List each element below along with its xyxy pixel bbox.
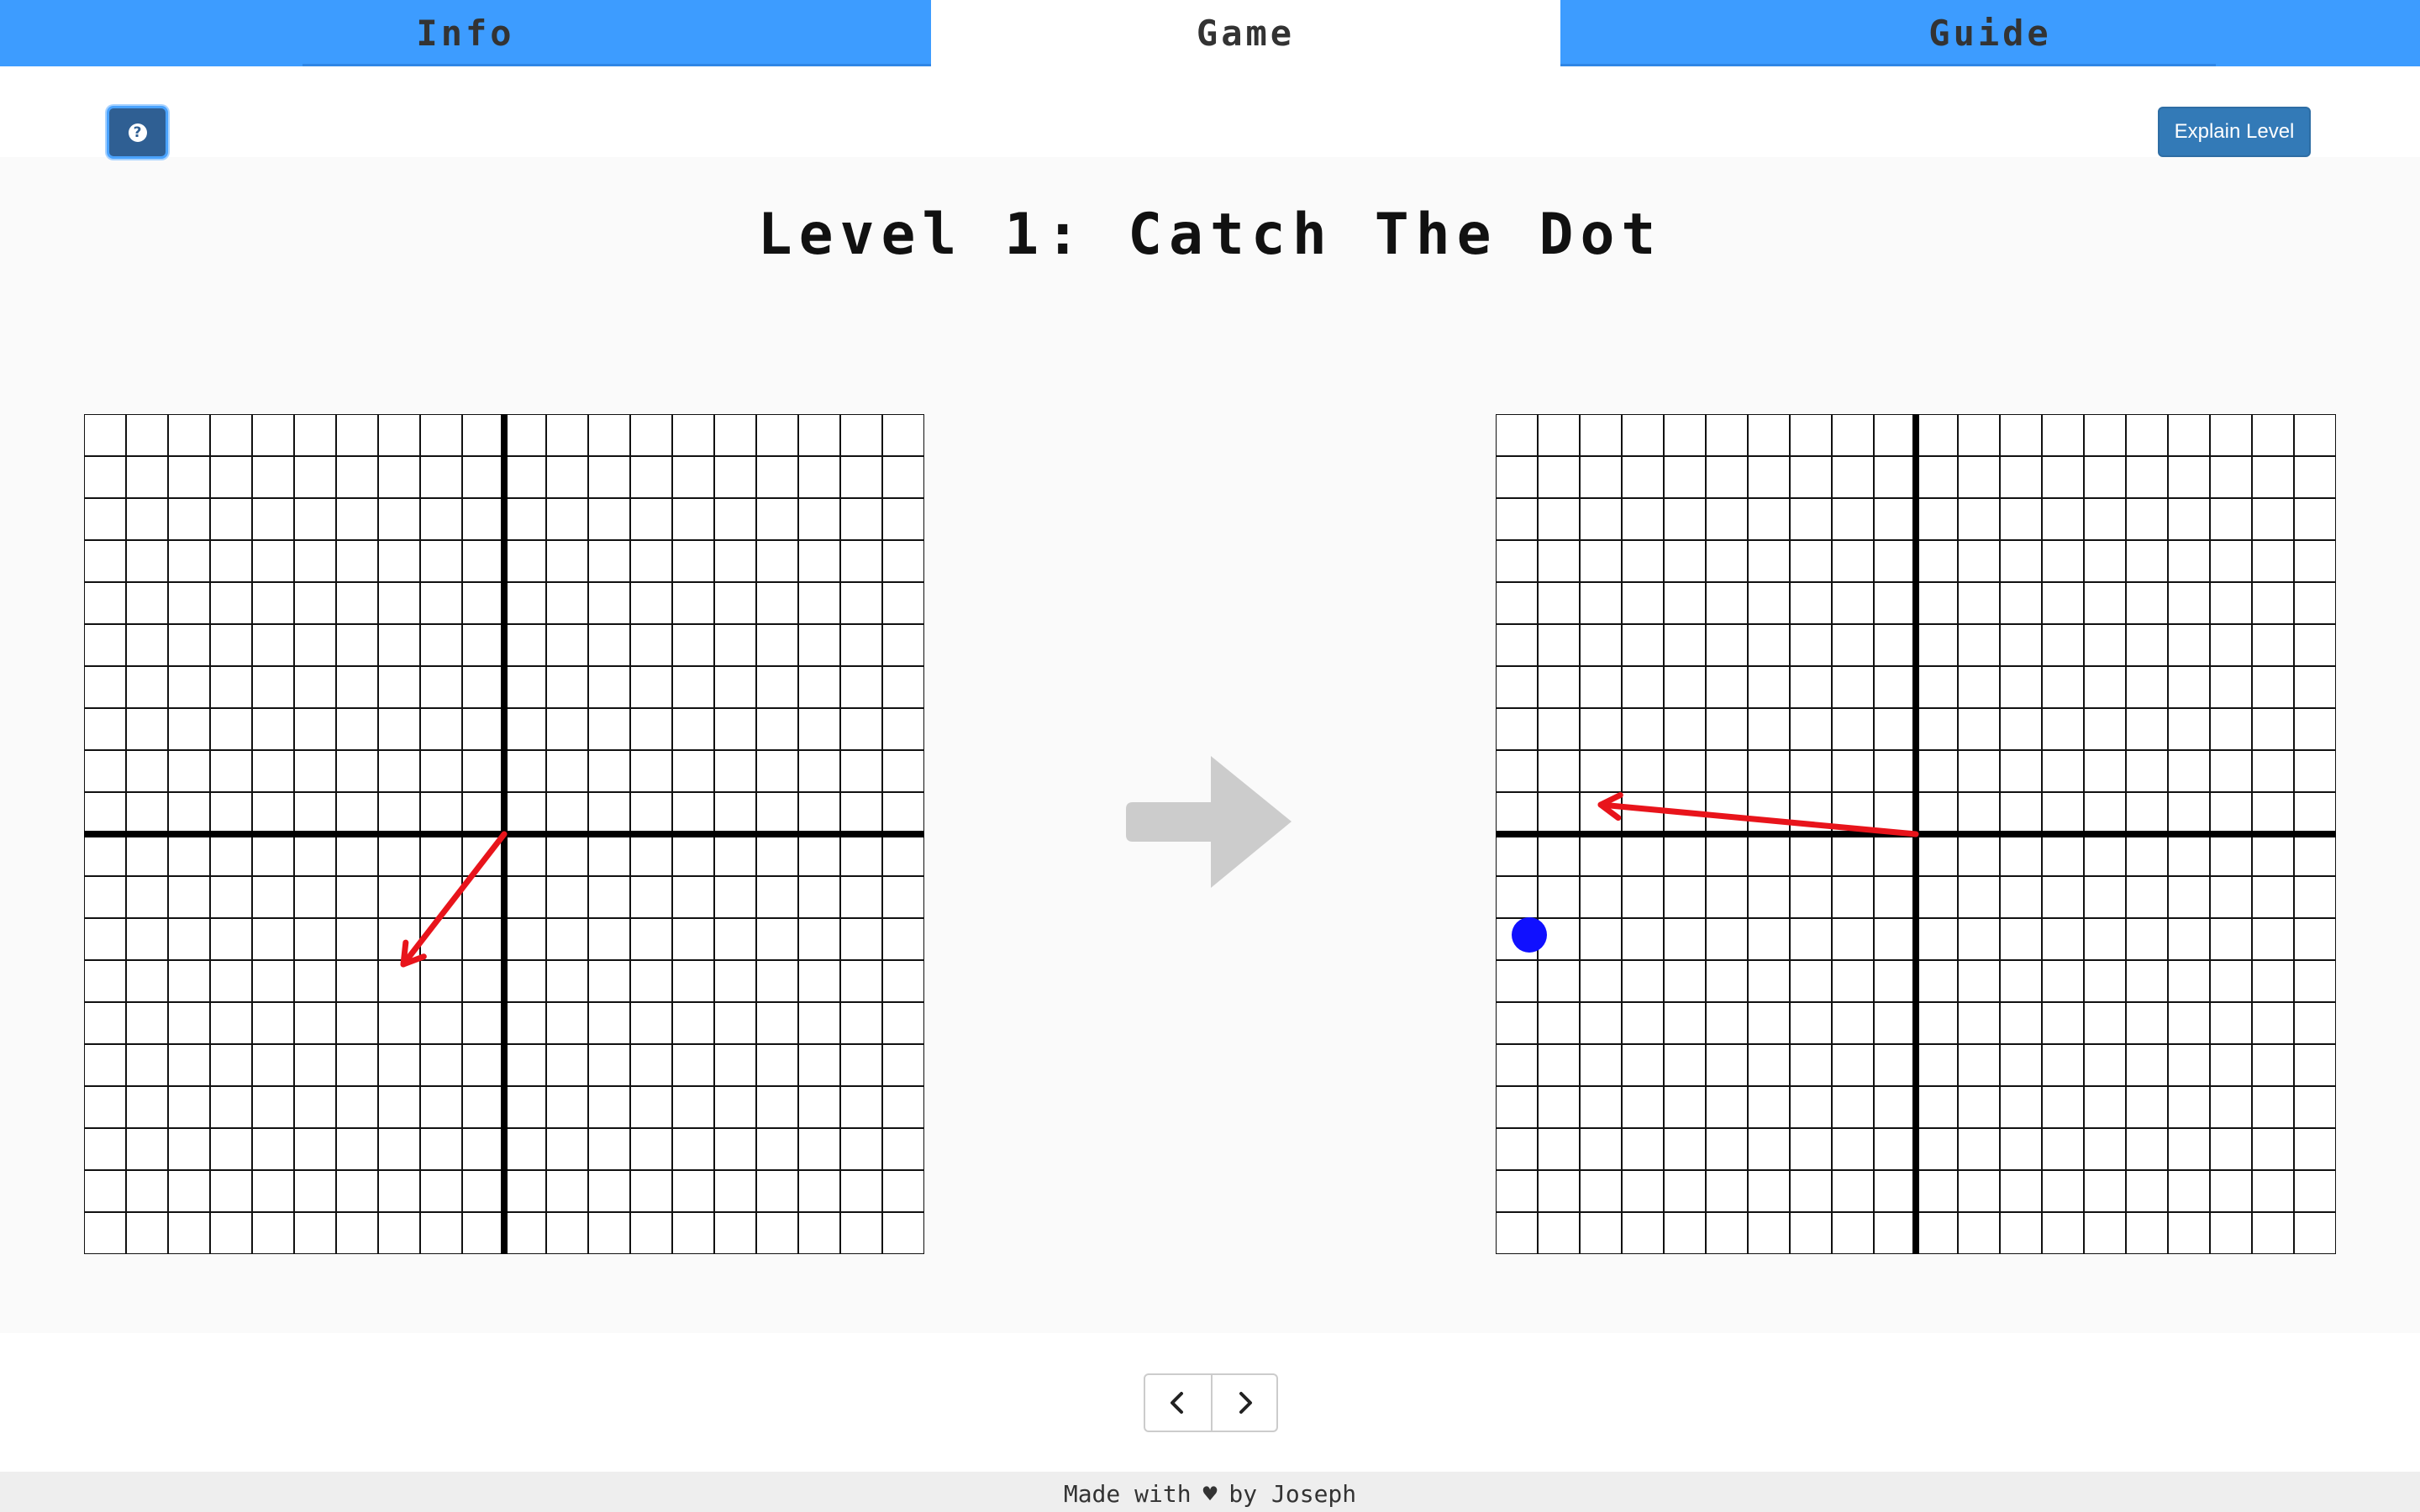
help-button[interactable]: ? xyxy=(107,106,168,159)
next-level-button[interactable] xyxy=(1211,1375,1276,1431)
output-grid-target-dot xyxy=(1512,917,1547,953)
explain-level-button[interactable]: Explain Level xyxy=(2158,107,2311,157)
tab-game[interactable]: Game xyxy=(931,0,1560,66)
output-grid-canvas[interactable] xyxy=(1496,414,2336,1254)
footer-author: by Joseph xyxy=(1228,1479,1357,1508)
level-title: Level 1: Catch The Dot xyxy=(757,202,1663,268)
input-grid xyxy=(84,414,924,1254)
level-pager xyxy=(1144,1373,1278,1432)
tab-guide[interactable]: Guide xyxy=(1560,0,2420,66)
chevron-left-icon xyxy=(1171,1392,1183,1414)
question-circle-icon: ? xyxy=(128,123,147,142)
tab-bar: Info Game Guide xyxy=(0,0,2420,66)
tab-info[interactable]: Info xyxy=(0,0,931,66)
output-grid[interactable] xyxy=(1496,414,2336,1254)
chevron-right-icon xyxy=(1239,1392,1252,1414)
footer: Made with ♥ by Joseph xyxy=(0,1472,2420,1512)
footer-made-with: Made with xyxy=(1063,1479,1192,1508)
arrow-right-icon xyxy=(1126,756,1292,888)
input-grid-canvas xyxy=(84,414,924,1254)
tab-guide-underline xyxy=(1560,64,2216,66)
tab-info-underline xyxy=(302,64,931,66)
heart-icon: ♥ xyxy=(1202,1479,1218,1508)
previous-level-button[interactable] xyxy=(1145,1375,1211,1431)
